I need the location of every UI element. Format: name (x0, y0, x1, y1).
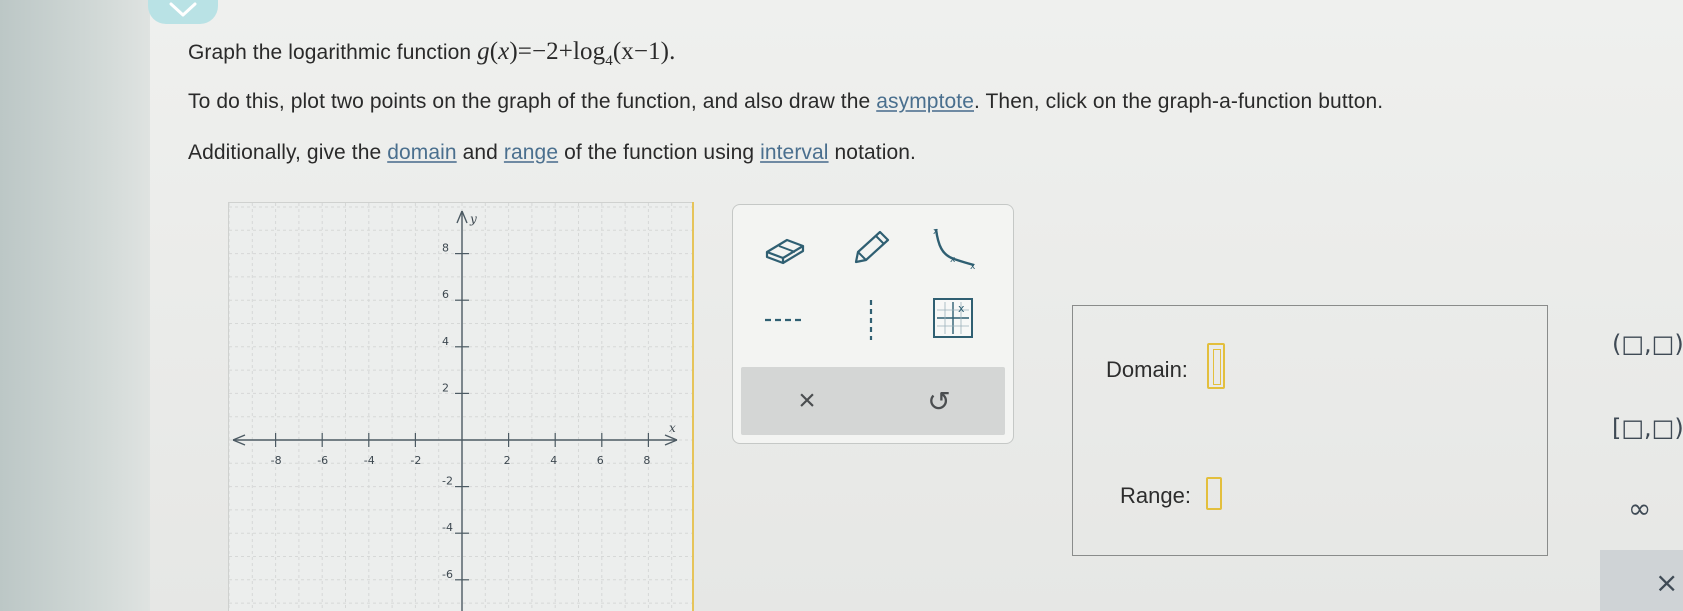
range-link[interactable]: range (504, 141, 558, 164)
instruction-text: Additionally, give the (188, 141, 382, 164)
open-interval-button[interactable]: (□,□) (1612, 330, 1683, 358)
graph-canvas[interactable]: y x -8 -6 -4 -2 2 4 6 8 8 6 4 2 -2 -4 -6 (229, 203, 694, 611)
chevron-down-icon (169, 2, 197, 17)
graph-function-icon: x (933, 298, 973, 338)
y-axis-label: y (469, 212, 477, 226)
x-tick-label: 2 (504, 454, 511, 467)
domain-input[interactable] (1207, 343, 1225, 389)
infinity-button[interactable]: ∞ (1628, 492, 1651, 525)
y-tick-label: -4 (442, 521, 453, 534)
x-tick-label: 4 (550, 454, 557, 467)
svg-text:x: x (970, 262, 976, 271)
log-curve-icon: x x x (933, 227, 976, 271)
vertical-dashed-line-icon (869, 300, 873, 340)
domain-input-caret (1213, 349, 1221, 385)
x-axis-label: x (669, 421, 676, 435)
x-tick-label: 8 (643, 454, 650, 467)
svg-text:x: x (950, 255, 956, 265)
asymptote-link[interactable]: asymptote (876, 90, 974, 113)
function-rhs: =−2+log (517, 38, 606, 65)
range-input[interactable] (1206, 477, 1222, 510)
palette-close-button[interactable]: × (1655, 566, 1678, 599)
collapse-toggle[interactable] (148, 0, 218, 24)
instruction-text-end: notation. (834, 141, 916, 164)
eraser-icon (765, 238, 805, 265)
y-tick-label: 8 (442, 242, 449, 255)
vertical-asymptote-tool[interactable] (841, 295, 901, 345)
horizontal-asymptote-tool[interactable] (755, 295, 815, 345)
horizontal-dashed-line-icon (765, 318, 805, 322)
pencil-tool[interactable] (841, 223, 901, 273)
x-tick-label: -2 (410, 454, 421, 467)
undo-icon: ↺ (927, 384, 951, 418)
instruction-text-end: . Then, click on the graph-a-function bu… (974, 90, 1384, 113)
x-tick-label: -4 (364, 454, 375, 467)
left-sidebar-strip (0, 0, 150, 611)
x-tick-label: -8 (271, 454, 282, 467)
svg-text:x: x (933, 227, 939, 237)
function-name: g (477, 38, 490, 65)
graph-function-button[interactable]: x (923, 293, 983, 343)
interval-link[interactable]: interval (760, 141, 829, 164)
svg-text:x: x (958, 302, 965, 315)
y-tick-label: 2 (442, 381, 449, 394)
question-prefix: Graph the logarithmic function (188, 41, 472, 64)
log-base: 4 (605, 53, 613, 69)
undo-button[interactable]: ↺ (873, 367, 1005, 435)
domain-label: Domain: (1106, 357, 1188, 382)
coordinate-graph[interactable]: y x -8 -6 -4 -2 2 4 6 8 8 6 4 2 -2 -4 -6 (228, 202, 694, 611)
question-line-2: To do this, plot two points on the graph… (188, 90, 1383, 114)
instruction-text: To do this, plot two points on the graph… (188, 90, 871, 113)
log-curve-tool[interactable]: x x x (923, 223, 983, 273)
eraser-tool[interactable] (755, 225, 815, 275)
instruction-text: and (462, 141, 498, 164)
domain-range-box (1072, 305, 1548, 556)
range-label: Range: (1120, 483, 1191, 508)
toolbox-action-bar: × ↺ (741, 367, 1005, 435)
graph-focus-border (692, 202, 694, 611)
question-line-3: Additionally, give the domain and range … (188, 141, 916, 165)
function-expression: g(x)=−2+log4(x−1). (477, 38, 676, 69)
question-line-1: Graph the logarithmic function g(x)=−2+l… (188, 38, 675, 70)
y-tick-label: -6 (442, 568, 453, 581)
domain-link[interactable]: domain (387, 141, 456, 164)
half-open-interval-button[interactable]: [□,□) (1612, 414, 1683, 442)
y-tick-label: 4 (442, 335, 449, 348)
clear-button[interactable]: × (741, 367, 873, 435)
x-tick-label: 6 (597, 454, 604, 467)
x-tick-label: -6 (317, 454, 328, 467)
instruction-text: of the function using (564, 141, 755, 164)
pencil-icon (854, 230, 890, 264)
function-variable: x (498, 38, 510, 65)
y-tick-label: -2 (442, 475, 453, 488)
close-icon: × (798, 384, 816, 417)
y-tick-label: 6 (442, 288, 449, 301)
graph-toolbox: x x x x × ↺ (732, 204, 1014, 444)
function-argument: (x−1). (612, 38, 676, 65)
